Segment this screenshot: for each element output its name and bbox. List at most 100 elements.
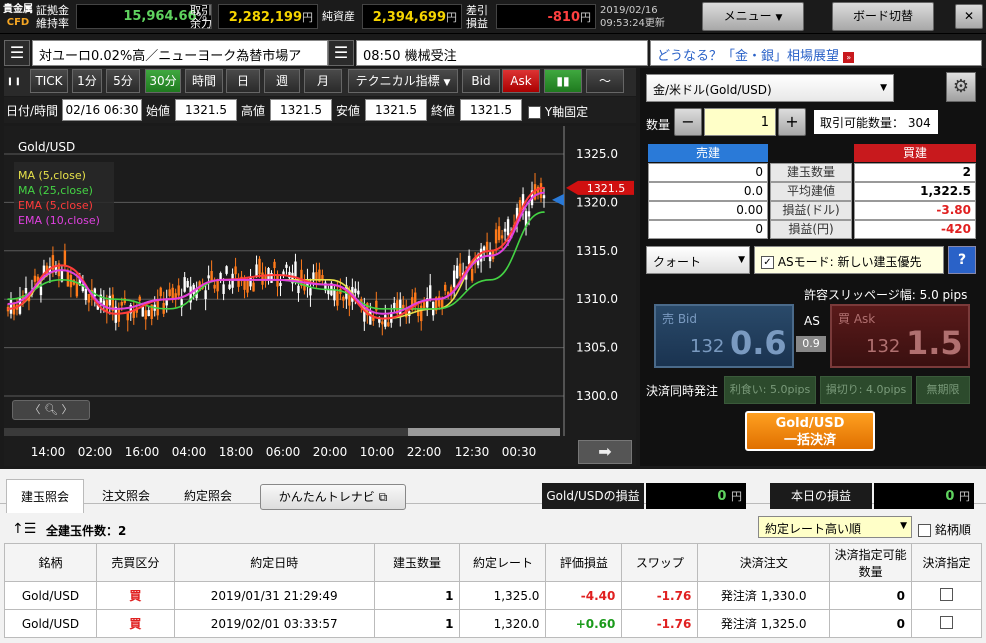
- chart-legend: MA (5,close) MA (25,close) EMA (5,close) EM…: [14, 162, 114, 232]
- timeframe-button[interactable]: 時間: [185, 69, 223, 93]
- quantity-plus-button[interactable]: +: [778, 108, 806, 136]
- scroll-right-icon[interactable]: 〉: [61, 403, 72, 416]
- x-tick-label: 22:00: [407, 445, 442, 459]
- column-header[interactable]: 約定レート: [459, 543, 547, 582]
- sort-toggle-icon[interactable]: ↑☰: [12, 521, 36, 537]
- timeframe-button[interactable]: TICK: [30, 69, 68, 93]
- candle-body: [429, 285, 432, 300]
- candle-body: [216, 280, 219, 292]
- high-label: 高値: [241, 104, 266, 118]
- datetime-label: 日付/時間: [6, 104, 59, 118]
- y-fixed-checkbox[interactable]: Y軸固定: [528, 103, 588, 120]
- column-header[interactable]: 決済注文: [697, 543, 831, 582]
- low-value: 1321.5: [365, 99, 427, 121]
- positions-table: 銘柄 売買区分 約定日時 建玉数量 約定レート 評価損益 スワップ 決済注文 決済指定可能数量決…: [4, 543, 982, 638]
- series-point: [7, 303, 9, 305]
- candle-body: [309, 288, 312, 296]
- tradable-quantity: 取引可能数量： 304: [814, 110, 938, 134]
- column-header[interactable]: 評価損益: [545, 543, 623, 582]
- table-cell-settle[interactable]: [911, 609, 982, 638]
- event-menu-icon[interactable]: ☰: [328, 40, 354, 66]
- table-row[interactable]: Gold/USD 買 2019/02/01 03:33:57 1 1,320.0 +0.6…: [4, 609, 982, 638]
- settings-button[interactable]: ⚙: [946, 72, 976, 102]
- buy-ask-button[interactable]: 買 Ask 132 1.5: [830, 304, 970, 368]
- line-chart-button[interactable]: 〜: [586, 69, 624, 93]
- column-header[interactable]: 決済指定: [911, 543, 982, 582]
- candle-icon[interactable]: ╻╻: [6, 71, 26, 93]
- timeframe-button[interactable]: 週: [264, 69, 300, 93]
- timeframe-button[interactable]: 5分: [106, 69, 140, 93]
- tab-orders[interactable]: 注文照会: [90, 479, 162, 513]
- timeframe-button[interactable]: 月: [304, 69, 342, 93]
- as-mode-toggle[interactable]: ✓ ASモード: 新しい建玉優先: [754, 246, 944, 274]
- candle-body: [312, 272, 315, 281]
- brand-order-checkbox[interactable]: 銘柄順: [918, 521, 971, 538]
- close-button[interactable]: ✕: [955, 4, 983, 29]
- zoom-icon[interactable]: 🔍︎: [44, 403, 58, 416]
- position-row-label: 平均建値: [770, 182, 852, 201]
- top-bar: 貴金属 CFD 証拠金 維持率 15,964.66% 取引 余力 2,282,199…: [0, 0, 986, 34]
- scroll-left-icon[interactable]: 〈: [30, 403, 41, 416]
- news-menu-icon[interactable]: ☰: [4, 40, 30, 66]
- timeframe-button[interactable]: 30分: [145, 69, 181, 93]
- bulk-settle-button[interactable]: Gold/USD 一括決済: [745, 411, 875, 451]
- bar-chart-button[interactable]: ▮▮: [544, 69, 582, 93]
- menu-button[interactable]: メニュー ▼: [702, 2, 804, 31]
- unlimited-button[interactable]: 無期限: [916, 376, 970, 404]
- checkbox-icon[interactable]: [940, 615, 953, 629]
- series-point: [275, 279, 277, 281]
- legend-entry: MA (5,close): [18, 169, 86, 182]
- symbol-select[interactable]: 金/米ドル(Gold/USD) ▼: [646, 74, 894, 102]
- candle-body: [87, 293, 91, 303]
- dropdown-arrow-icon: ▼: [880, 83, 887, 93]
- latest-button[interactable]: ➡: [578, 440, 632, 464]
- open-label: 始値: [146, 104, 171, 118]
- technical-indicator-dropdown[interactable]: テクニカル指標 ▼: [348, 69, 458, 93]
- candle-body: [138, 296, 141, 301]
- table-cell-settle[interactable]: [911, 581, 982, 610]
- quantity-input[interactable]: 1: [704, 108, 776, 136]
- checkbox-icon: [918, 524, 931, 537]
- tab-positions[interactable]: 建玉照会: [6, 479, 84, 513]
- checkbox-icon[interactable]: [940, 587, 953, 601]
- trade-navi-button[interactable]: かんたんトレナビ ⧉: [260, 484, 406, 510]
- take-profit-button[interactable]: 利食い: 5.0pips: [724, 376, 816, 404]
- ask-button[interactable]: Ask: [502, 69, 540, 93]
- table-cell-swap: -1.76: [621, 609, 699, 638]
- chart-nav[interactable]: 〈 🔍︎ 〉: [12, 400, 90, 420]
- stop-loss-button[interactable]: 損切り: 4.0pips: [820, 376, 912, 404]
- column-header[interactable]: 建玉数量: [373, 543, 461, 582]
- high-value: 1321.5: [270, 99, 332, 121]
- help-button[interactable]: ?: [948, 246, 976, 274]
- promo-ticker[interactable]: どうなる？「金・銀」相場展望 »: [650, 40, 982, 66]
- column-header[interactable]: 売買区分: [95, 543, 175, 582]
- table-row[interactable]: Gold/USD 買 2019/01/31 21:29:49 1 1,325.0 -4.4…: [4, 581, 982, 610]
- table-cell-datetime: 2019/01/31 21:29:49: [173, 581, 375, 610]
- column-header[interactable]: スワップ: [621, 543, 699, 582]
- symbol-pl-value: 0 円: [646, 483, 746, 509]
- candle-body: [33, 275, 37, 282]
- table-cell-side: 買: [95, 581, 175, 610]
- timeframe-button[interactable]: 1分: [72, 69, 102, 93]
- board-switch-button[interactable]: ボード切替: [832, 2, 934, 31]
- news-ticker-1[interactable]: 対ユーロ0.02%高／ニューヨーク為替市場ア: [32, 40, 328, 66]
- position-row-label: 損益(円): [770, 220, 852, 239]
- bid-button[interactable]: Bid: [462, 69, 500, 93]
- series-point: [489, 250, 492, 252]
- as-label: AS: [804, 314, 820, 328]
- order-type-select[interactable]: クォート ▼: [646, 246, 750, 274]
- dropdown-arrow-icon: ▼: [738, 255, 745, 265]
- margin-ratio-label: 証拠金 維持率: [36, 4, 69, 30]
- column-header[interactable]: 決済指定可能数量: [829, 543, 913, 582]
- column-header[interactable]: 約定日時: [173, 543, 375, 582]
- candle-body: [506, 219, 510, 236]
- column-header[interactable]: 銘柄: [4, 543, 97, 582]
- timeframe-button[interactable]: 日: [226, 69, 260, 93]
- tab-executions[interactable]: 約定照会: [172, 479, 244, 513]
- quantity-minus-button[interactable]: −: [674, 108, 702, 136]
- sort-select[interactable]: 約定レート高い順 ▼: [758, 516, 912, 538]
- sell-bid-button[interactable]: 売 Bid 132 0.6: [654, 304, 794, 368]
- available-label: 取引 余力: [190, 4, 212, 30]
- dropdown-arrow-icon: ▼: [443, 78, 451, 88]
- event-ticker[interactable]: 08:50 機械受注: [356, 40, 648, 66]
